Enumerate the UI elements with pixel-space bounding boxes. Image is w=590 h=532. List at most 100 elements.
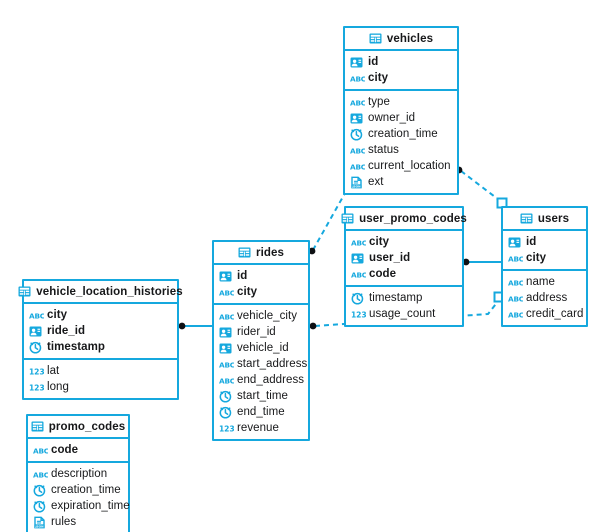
- field-name-label: end_time: [237, 406, 285, 418]
- field-name-label: id: [526, 236, 537, 248]
- field-row[interactable]: ride_id: [24, 323, 177, 339]
- field-row[interactable]: id: [214, 268, 308, 284]
- field-row[interactable]: JSON ext: [345, 174, 457, 190]
- field-row[interactable]: ABC city: [345, 70, 457, 86]
- table-header-vehicles[interactable]: vehicles: [345, 28, 457, 51]
- field-row[interactable]: ABC code: [28, 442, 128, 458]
- field-name-label: timestamp: [47, 341, 105, 353]
- field-row[interactable]: timestamp: [24, 339, 177, 355]
- field-row[interactable]: timestamp: [346, 290, 462, 306]
- table-name-label: users: [537, 212, 570, 225]
- svg-text:JSON: JSON: [34, 524, 44, 528]
- field-name-label: ext: [368, 176, 384, 188]
- clock-timestamp-icon: [33, 500, 46, 513]
- table-users[interactable]: users id ABC city ABC name ABC address ABC credit…: [501, 206, 588, 327]
- field-row[interactable]: ABC description: [28, 466, 128, 482]
- field-row[interactable]: id: [503, 234, 586, 250]
- svg-text:ABC: ABC: [350, 74, 365, 83]
- table-rides[interactable]: rides id ABC city ABC vehicle_city rider_id veh…: [212, 240, 310, 441]
- field-row[interactable]: ABC city: [214, 284, 308, 300]
- svg-text:ABC: ABC: [508, 254, 523, 263]
- field-row[interactable]: ABC city: [503, 250, 586, 266]
- svg-text:ABC: ABC: [350, 162, 365, 171]
- field-row[interactable]: id: [345, 54, 457, 70]
- field-row[interactable]: ABC credit_card: [503, 306, 586, 322]
- field-name-label: start_time: [237, 390, 288, 402]
- field-row[interactable]: user_id: [346, 250, 462, 266]
- abc-string-icon: ABC: [219, 358, 234, 371]
- table-promo_codes[interactable]: promo_codes ABC code ABC description creation…: [26, 414, 130, 532]
- field-name-label: credit_card: [526, 308, 584, 320]
- field-row[interactable]: ABC status: [345, 142, 457, 158]
- table-vehicles[interactable]: vehicles id ABC city ABC type owner_id creation…: [343, 26, 459, 195]
- clock-timestamp-icon: [33, 484, 46, 497]
- field-row[interactable]: 123 long: [24, 379, 177, 395]
- clock-timestamp-icon: [29, 341, 42, 354]
- field-row[interactable]: owner_id: [345, 110, 457, 126]
- field-row[interactable]: ABC current_location: [345, 158, 457, 174]
- field-row[interactable]: 123 revenue: [214, 420, 308, 436]
- field-row[interactable]: ABC city: [24, 307, 177, 323]
- table-icon: [520, 212, 533, 225]
- svg-text:ABC: ABC: [508, 310, 523, 319]
- field-row[interactable]: JSON rules: [28, 514, 128, 530]
- table-user_promo_codes[interactable]: user_promo_codes ABC city user_id ABC code tim…: [341, 206, 467, 327]
- field-row[interactable]: ABC address: [503, 290, 586, 306]
- field-name-label: city: [237, 286, 258, 298]
- table-header-promo_codes[interactable]: promo_codes: [28, 416, 128, 439]
- abc-string-icon: ABC: [350, 144, 365, 157]
- table-icon: [18, 285, 31, 298]
- svg-text:123: 123: [219, 424, 234, 433]
- abc-string-icon: ABC: [350, 72, 365, 85]
- field-row[interactable]: end_time: [214, 404, 308, 420]
- field-name-label: start_address: [237, 358, 308, 370]
- field-row[interactable]: vehicle_id: [214, 340, 308, 356]
- table-icon: [341, 212, 354, 225]
- field-name-label: type: [368, 96, 390, 108]
- primary-key-fields-section-vehicles: id ABC city: [345, 51, 457, 89]
- table-name-label: rides: [256, 246, 284, 259]
- field-row[interactable]: creation_time: [345, 126, 457, 142]
- field-row[interactable]: creation_time: [28, 482, 128, 498]
- clock-timestamp-icon: [219, 390, 232, 403]
- field-row[interactable]: ABC end_address: [214, 372, 308, 388]
- primary-key-fields-section-promo_codes: ABC code: [28, 439, 128, 461]
- primary-key-fields-section-vehicle_location_histories: ABC city ride_id timestamp: [24, 304, 177, 358]
- key-id-icon: [29, 325, 42, 338]
- field-row[interactable]: expiration_time: [28, 498, 130, 514]
- field-row[interactable]: ABC name: [503, 274, 586, 290]
- field-name-label: code: [51, 444, 79, 456]
- field-name-label: name: [526, 276, 555, 288]
- field-row[interactable]: ABC city: [346, 234, 462, 250]
- field-name-label: city: [526, 252, 547, 264]
- field-name-label: id: [237, 270, 248, 282]
- field-name-label: timestamp: [369, 292, 423, 304]
- table-header-user_promo_codes[interactable]: user_promo_codes: [341, 208, 467, 231]
- abc-string-icon: ABC: [219, 374, 234, 387]
- edge-user_promo_codes-users: [462, 258, 501, 266]
- field-row[interactable]: ABC type: [345, 94, 457, 110]
- table-vehicle_location_histories[interactable]: vehicle_location_histories ABC city ride_id…: [18, 279, 183, 400]
- field-row[interactable]: ABC start_address: [214, 356, 308, 372]
- field-name-label: ride_id: [47, 325, 86, 337]
- fields-section-promo_codes: ABC description creation_time expiration_ti…: [28, 461, 130, 532]
- field-name-label: end_address: [237, 374, 305, 386]
- svg-text:ABC: ABC: [508, 294, 523, 303]
- field-row[interactable]: ABC code: [346, 266, 462, 282]
- abc-string-icon: ABC: [508, 292, 523, 305]
- table-header-users[interactable]: users: [503, 208, 586, 231]
- key-id-icon: [219, 326, 232, 339]
- abc-string-icon: ABC: [508, 308, 523, 321]
- table-header-vehicle_location_histories[interactable]: vehicle_location_histories: [18, 281, 183, 304]
- field-row[interactable]: 123 lat: [24, 363, 177, 379]
- field-row[interactable]: 123 usage_count: [346, 306, 462, 322]
- key-id-icon: [508, 236, 521, 249]
- table-header-rides[interactable]: rides: [214, 242, 308, 265]
- svg-text:ABC: ABC: [33, 446, 48, 455]
- field-row[interactable]: start_time: [214, 388, 308, 404]
- clock-timestamp-icon: [350, 128, 363, 141]
- field-name-label: rider_id: [237, 326, 276, 338]
- key-id-icon: [219, 342, 232, 355]
- field-row[interactable]: rider_id: [214, 324, 308, 340]
- field-row[interactable]: ABC vehicle_city: [214, 308, 308, 324]
